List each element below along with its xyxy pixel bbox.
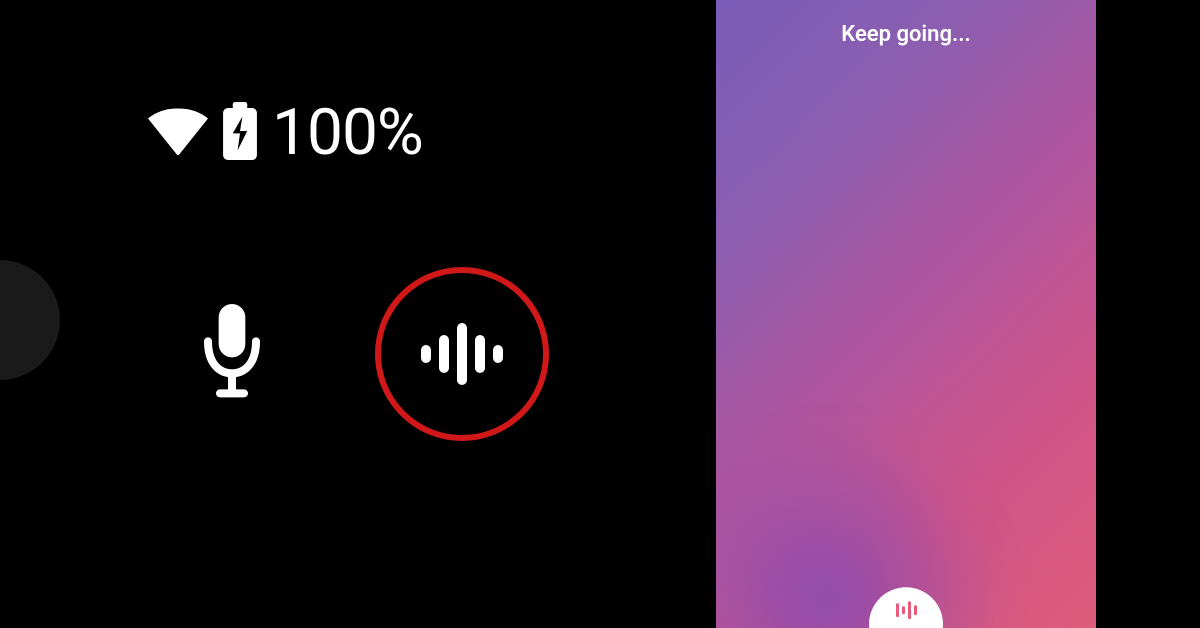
microphone-icon [200, 304, 264, 400]
microphone-button[interactable] [200, 304, 264, 404]
watch-home-panel: 100% [0, 0, 716, 628]
edge-nub[interactable] [0, 260, 60, 380]
glow-decoration [716, 428, 1006, 628]
wifi-icon [148, 107, 208, 159]
sound-search-button[interactable] [372, 264, 552, 444]
highlight-circle [375, 267, 549, 441]
voice-controls [200, 264, 552, 444]
listening-panel: Keep going... [716, 0, 1096, 628]
battery-percentage: 100% [272, 95, 423, 170]
listening-prompt: Keep going... [841, 22, 970, 47]
battery-charging-icon [222, 102, 258, 164]
status-bar: 100% [148, 95, 423, 170]
right-border [1096, 0, 1200, 628]
sound-bars-icon [896, 601, 917, 619]
